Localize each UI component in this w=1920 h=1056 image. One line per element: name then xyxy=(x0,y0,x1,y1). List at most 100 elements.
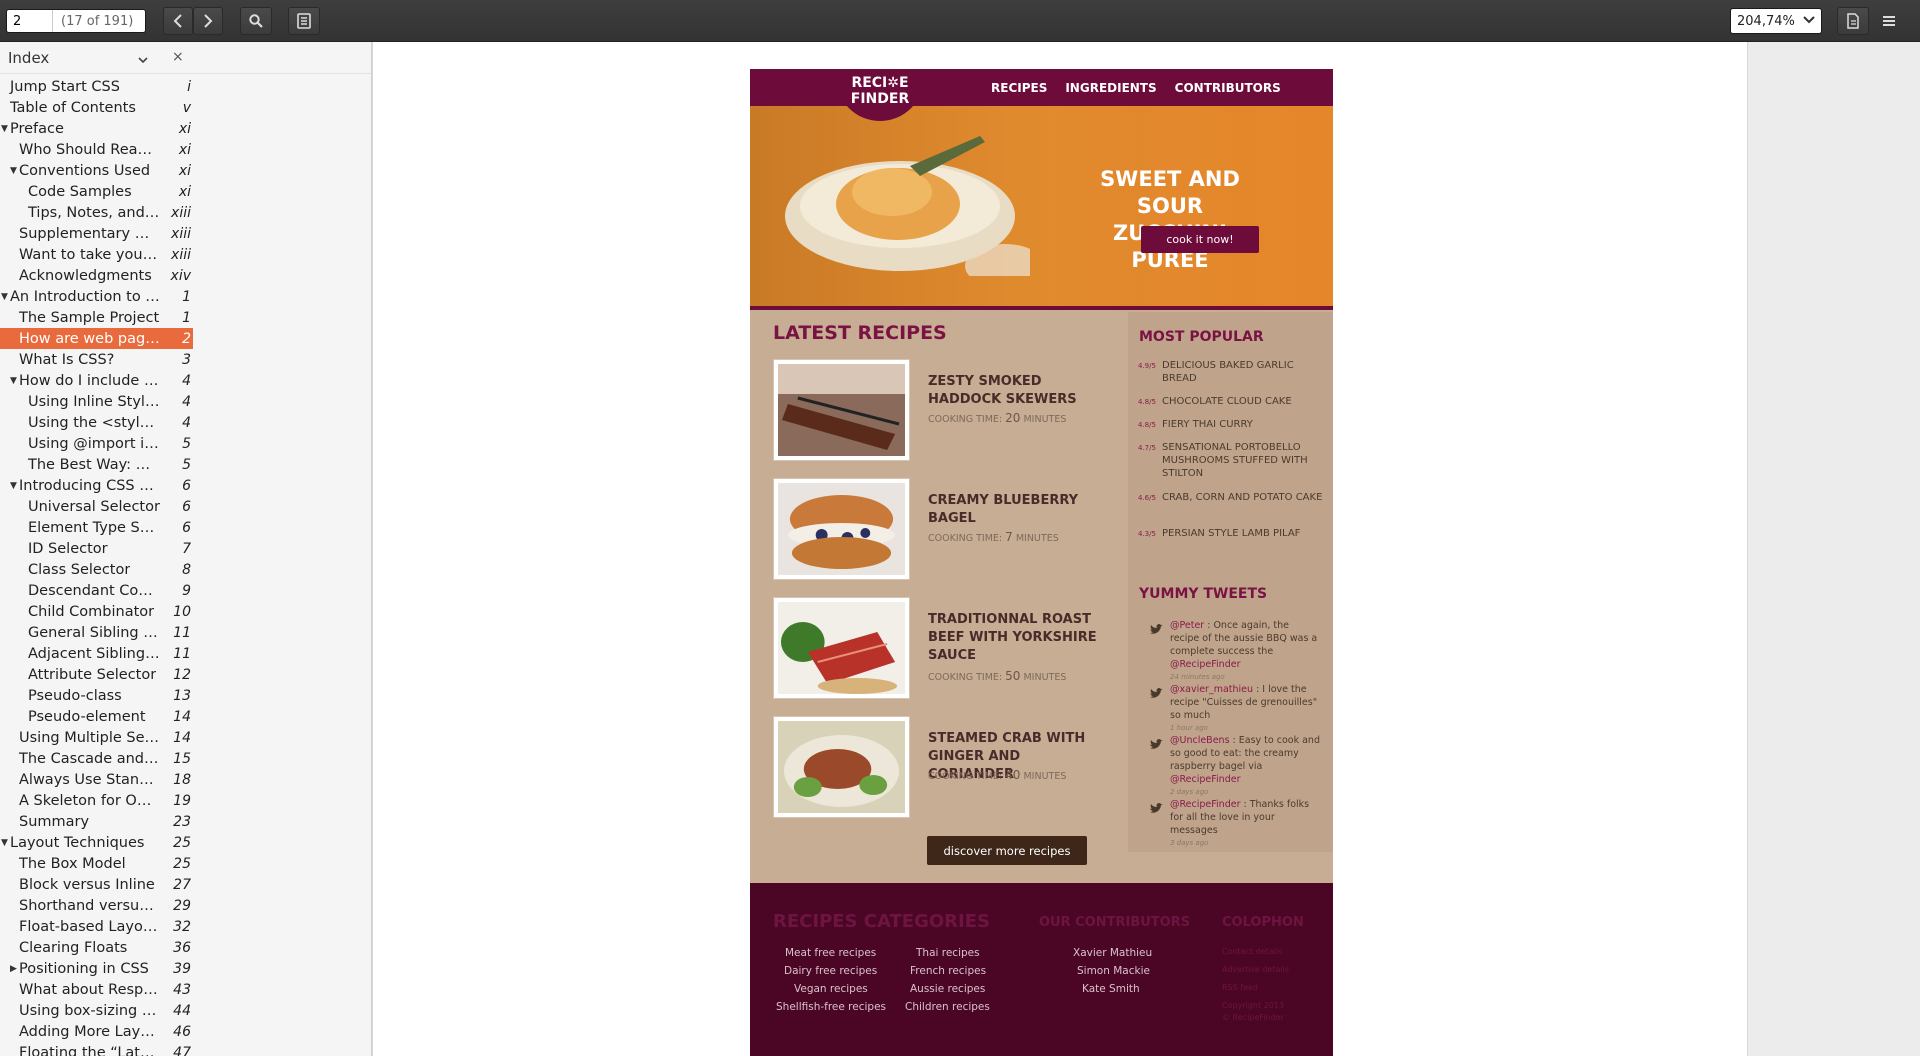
toc-item[interactable]: Want to take your… xiii xyxy=(0,244,193,265)
document-properties-button[interactable] xyxy=(1837,7,1869,35)
toc-item[interactable]: ▼ Layout Techniques 25 xyxy=(0,832,193,853)
close-sidebar-button[interactable]: × xyxy=(172,49,184,65)
toc-item[interactable]: The Cascade and S… 15 xyxy=(0,748,193,769)
category-link: Thai recipes xyxy=(916,947,980,959)
category-link: French recipes xyxy=(910,965,987,977)
tweet-handle: @UncleBens xyxy=(1170,735,1230,746)
toc-item-page: 44 xyxy=(173,1002,191,1019)
toc-item[interactable]: Child Combinator 10 xyxy=(0,601,193,622)
expand-triangle-icon[interactable]: ▼ xyxy=(10,481,17,491)
our-contributors-title: OUR CONTRIBUTORS xyxy=(1039,915,1191,930)
chevron-down-icon xyxy=(138,51,148,69)
toc-item[interactable]: Clearing Floats 36 xyxy=(0,937,193,958)
expand-triangle-icon[interactable]: ▼ xyxy=(1,838,8,848)
expand-triangle-icon[interactable]: ▼ xyxy=(1,124,8,134)
popular-name: PERSIAN STYLE LAMB PILAF xyxy=(1162,528,1301,539)
twitter-bird-icon xyxy=(1150,803,1163,813)
toc-item[interactable]: Summary 23 xyxy=(0,811,193,832)
toc-item[interactable]: Using the <style… 4 xyxy=(0,412,193,433)
popular-rating: 4.3/5 xyxy=(1138,530,1156,538)
recipe-cooking-time: COOKING TIME: 40 MINUTES xyxy=(928,768,1066,782)
twitter-bird-icon xyxy=(1150,688,1163,698)
toc-item[interactable]: What about Resp… 43 xyxy=(0,979,193,1000)
popular-rating: 4.9/5 xyxy=(1138,362,1156,370)
popular-item: 4.8/5 FIERY THAI CURRY xyxy=(1138,418,1323,431)
toc-item[interactable]: Supplementary M… xiii xyxy=(0,223,193,244)
toc-item[interactable]: ID Selector 7 xyxy=(0,538,193,559)
minutes-label: MINUTES xyxy=(1023,672,1067,683)
colophon-link: © RecipeFinder xyxy=(1222,1013,1284,1022)
toc-item[interactable]: Table of Contents v xyxy=(0,97,193,118)
next-page-button[interactable] xyxy=(193,7,223,35)
toc-item[interactable]: What Is CSS? 3 xyxy=(0,349,193,370)
toc-item[interactable]: Tips, Notes, and … xiii xyxy=(0,202,193,223)
web-nav-ingredients: INGREDIENTS xyxy=(1065,81,1157,95)
toc-item[interactable]: Float-based Layouts 32 xyxy=(0,916,193,937)
page-number-input[interactable] xyxy=(7,10,53,32)
toc-item-page: 8 xyxy=(182,561,191,578)
document-area: RECI✲E FINDER RECIPES INGREDIENTS CONTRI… xyxy=(372,42,1920,1056)
toc-item[interactable]: Code Samples xi xyxy=(0,181,193,202)
toc-item[interactable]: Using Inline Styles 4 xyxy=(0,391,193,412)
toc-item[interactable]: Adjacent Sibling … 11 xyxy=(0,643,193,664)
toc-item[interactable]: The Sample Project 1 xyxy=(0,307,193,328)
category-link: Aussie recipes xyxy=(910,983,986,995)
toc-item[interactable]: ▼ Conventions Used xi xyxy=(0,160,193,181)
sidebar-mode-dropdown[interactable] xyxy=(138,51,148,69)
toc-item[interactable]: ▼ An Introduction to … 1 xyxy=(0,286,193,307)
minutes-label: MINUTES xyxy=(1015,533,1059,544)
toc-item[interactable]: ▼ How do I include … 4 xyxy=(0,370,193,391)
toc-item[interactable]: The Best Way: Us… 5 xyxy=(0,454,193,475)
toc-item[interactable]: The Box Model 25 xyxy=(0,853,193,874)
toc-item[interactable]: Acknowledgments xiv xyxy=(0,265,193,286)
toc-item[interactable]: Class Selector 8 xyxy=(0,559,193,580)
search-button[interactable] xyxy=(240,7,272,35)
toc-item[interactable]: Pseudo-class 13 xyxy=(0,685,193,706)
toc-item-page: 10 xyxy=(173,603,191,620)
latest-recipes-title: LATEST RECIPES xyxy=(773,322,947,344)
toc-item[interactable]: How are web pag… 2 xyxy=(0,328,193,349)
zoom-select[interactable]: 204,74% xyxy=(1730,8,1822,34)
chevron-down-icon xyxy=(1803,13,1815,31)
toc-item[interactable]: Jump Start CSS i xyxy=(0,76,193,97)
toc-item[interactable]: Who Should Read … xi xyxy=(0,139,193,160)
toc-item[interactable]: Using Multiple Sel… 14 xyxy=(0,727,193,748)
toc-item[interactable]: Always Use Stand… 18 xyxy=(0,769,193,790)
toc-item[interactable]: ▼ Preface xi xyxy=(0,118,193,139)
menu-button[interactable] xyxy=(1882,13,1896,32)
toc-item[interactable]: General Sibling C… 11 xyxy=(0,622,193,643)
toc-item-page: 4 xyxy=(182,372,191,389)
expand-triangle-icon[interactable]: ▼ xyxy=(1,292,8,302)
toc-item[interactable]: Attribute Selector 12 xyxy=(0,664,193,685)
toc-item-page: xi xyxy=(178,141,191,158)
toc-item[interactable]: Floating the “Late… 47 xyxy=(0,1042,193,1056)
colophon-link: Contact details xyxy=(1222,947,1283,956)
toc-item-label: Child Combinator xyxy=(28,603,155,620)
recipe-cooking-time: COOKING TIME: 50 MINUTES xyxy=(928,669,1066,683)
toc-item[interactable]: ▶ Positioning in CSS 39 xyxy=(0,958,193,979)
toc-item-page: 47 xyxy=(173,1044,191,1056)
toc-item[interactable]: Universal Selector 6 xyxy=(0,496,193,517)
toc-item[interactable]: Descendant Co… 9 xyxy=(0,580,193,601)
toc-item[interactable]: Block versus Inline 27 xyxy=(0,874,193,895)
expand-triangle-icon[interactable]: ▼ xyxy=(10,166,17,176)
toggle-sidebar-button[interactable] xyxy=(288,7,320,35)
expand-triangle-icon[interactable]: ▼ xyxy=(10,376,17,386)
previous-page-button[interactable] xyxy=(163,7,193,35)
toc-item[interactable]: ▼ Introducing CSS S… 6 xyxy=(0,475,193,496)
toc-item-page: 6 xyxy=(182,498,191,515)
toc-item[interactable]: Shorthand versus … 29 xyxy=(0,895,193,916)
recipe-name: ZESTY SMOKED HADDOCK SKEWERS xyxy=(928,374,1077,407)
toc-item[interactable]: A Skeleton for Ou… 19 xyxy=(0,790,193,811)
toc-item[interactable]: Pseudo-element 14 xyxy=(0,706,193,727)
toc-item[interactable]: Using @import i… 5 xyxy=(0,433,193,454)
toc-item[interactable]: Element Type Sel… 6 xyxy=(0,517,193,538)
chevron-left-icon xyxy=(173,14,183,28)
toc-item-page: 25 xyxy=(173,855,191,872)
toc-item[interactable]: Adding More Layo… 46 xyxy=(0,1021,193,1042)
toc-item[interactable]: Using box-sizing f… 44 xyxy=(0,1000,193,1021)
cooking-time-label: COOKING TIME: xyxy=(928,414,1003,425)
toc-item-page: 32 xyxy=(173,918,191,935)
collapsed-triangle-icon[interactable]: ▶ xyxy=(10,964,17,974)
toc-item-label: What Is CSS? xyxy=(19,351,115,368)
